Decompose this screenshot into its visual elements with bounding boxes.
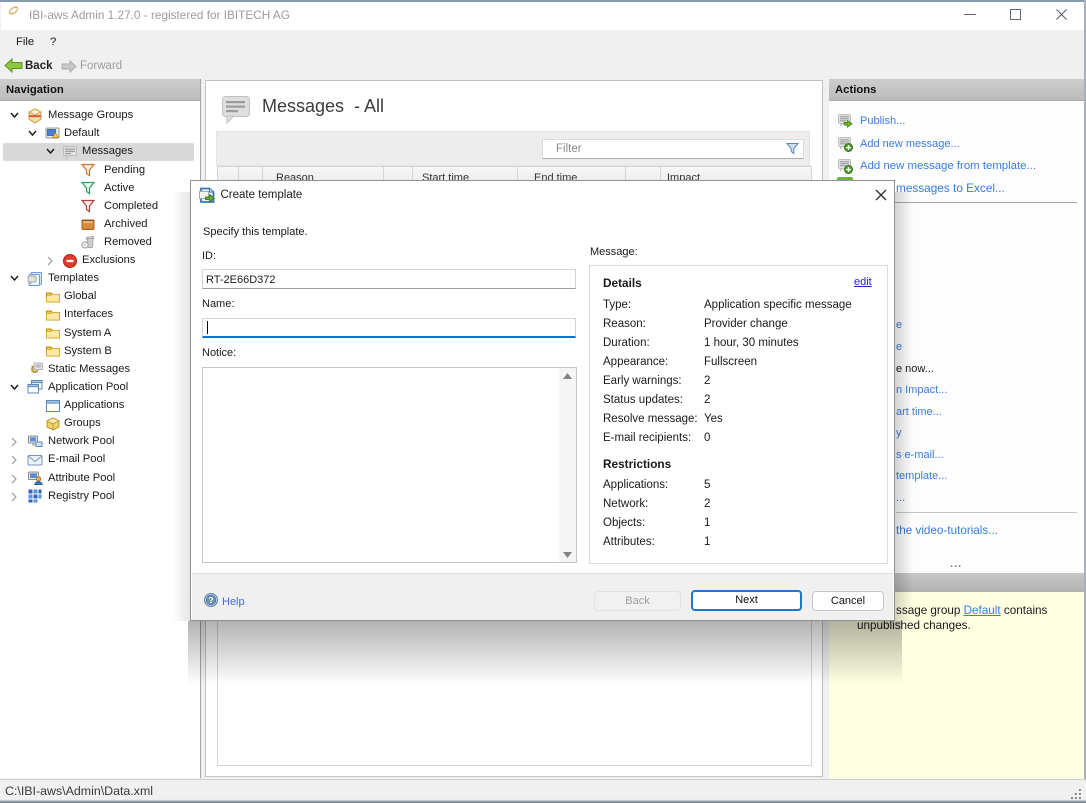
svg-text:?: ?	[208, 595, 213, 605]
